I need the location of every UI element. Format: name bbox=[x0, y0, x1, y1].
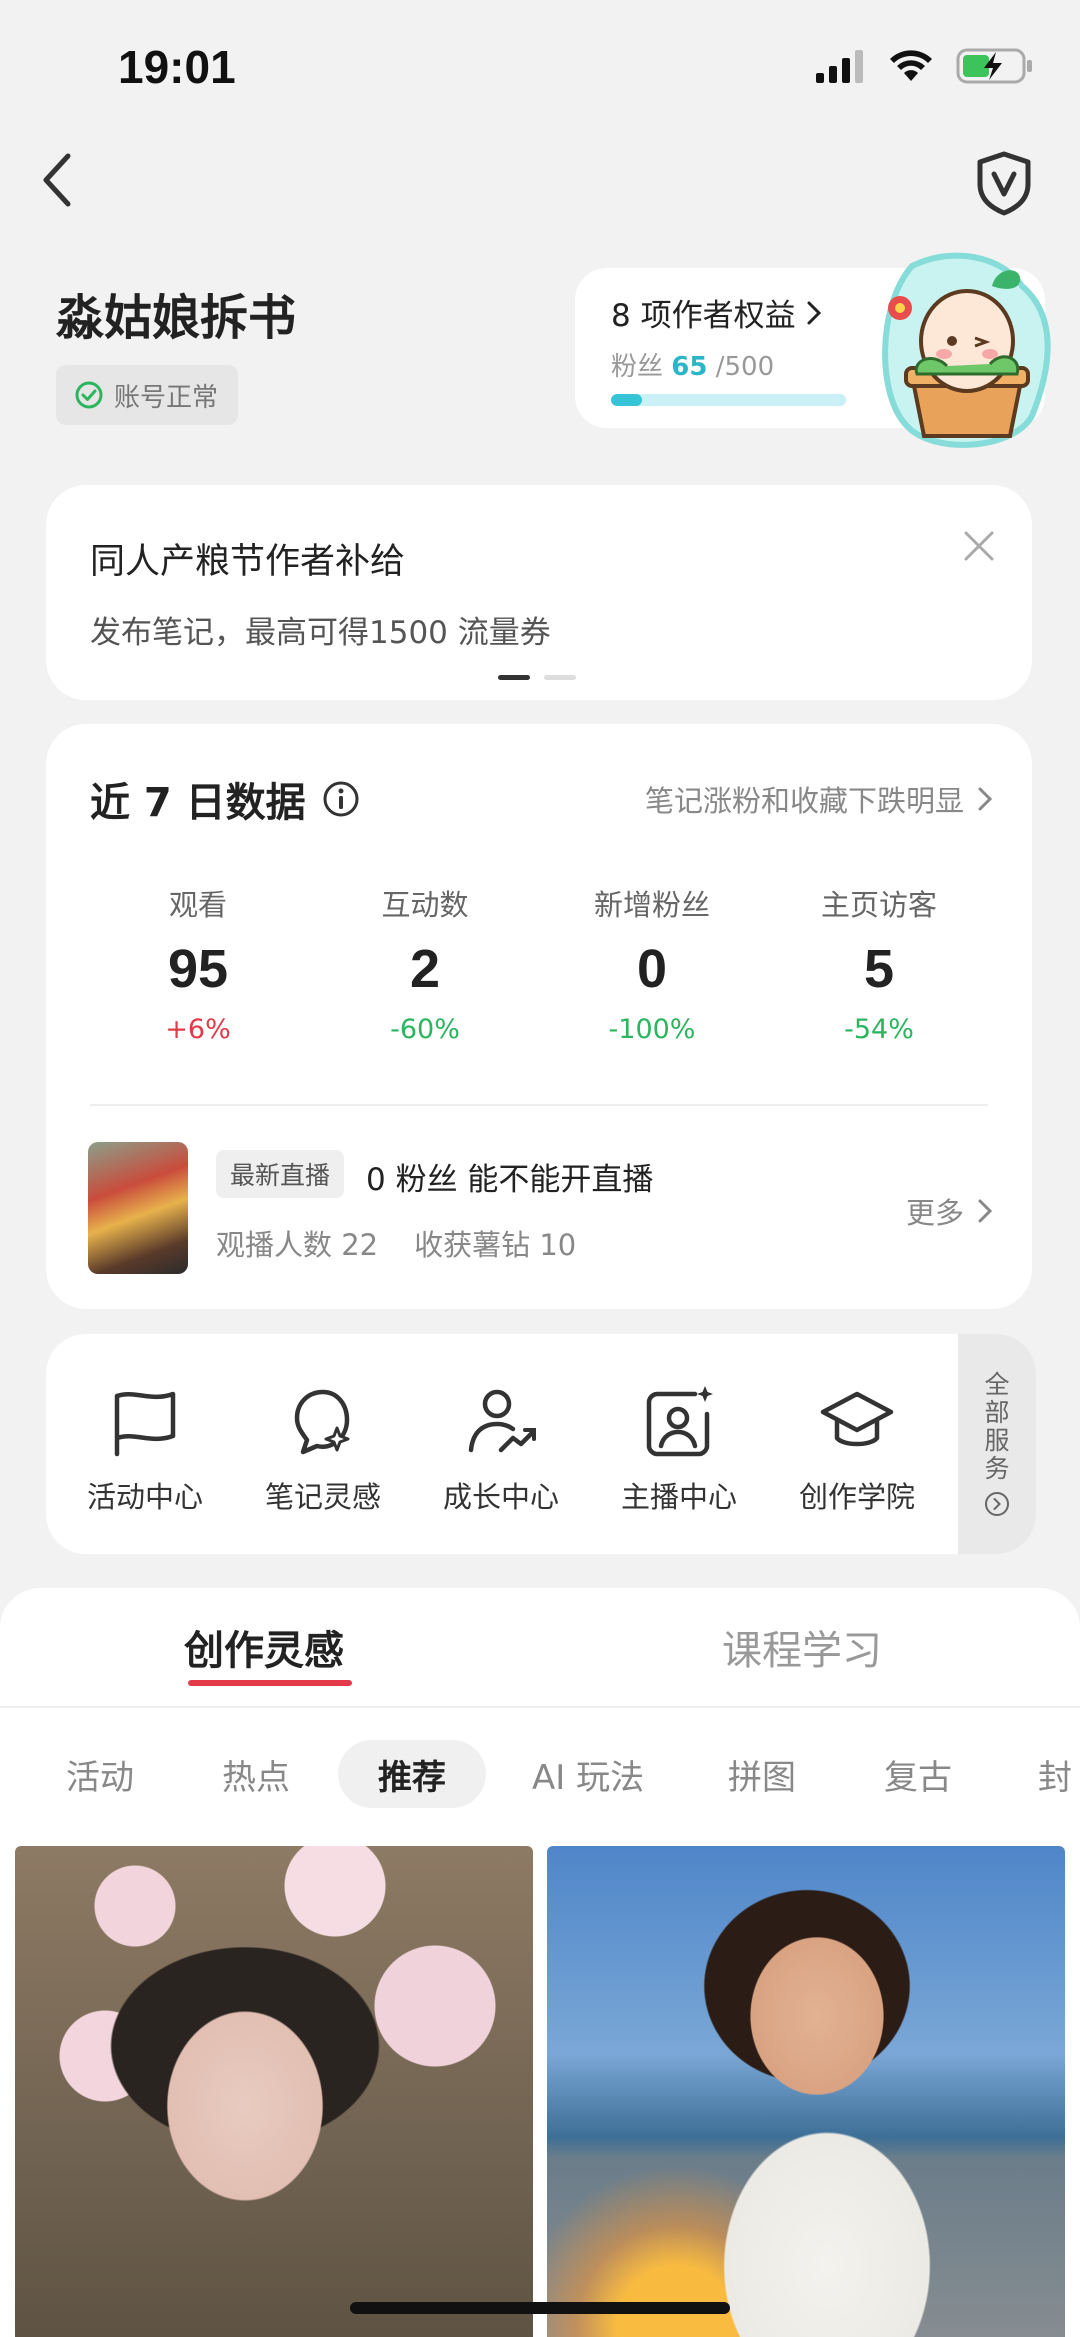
chip-activity[interactable]: 活动 bbox=[66, 1740, 134, 1808]
service-activity-center[interactable]: 活动中心 bbox=[60, 1384, 230, 1516]
chevron-right-icon bbox=[978, 1199, 992, 1223]
live-viewers: 观播人数 22 bbox=[216, 1228, 379, 1262]
chevron-right-icon bbox=[978, 787, 992, 811]
graduation-cap-icon bbox=[820, 1391, 894, 1447]
live-title[interactable]: 0 粉丝 能不能开直播 bbox=[366, 1154, 653, 1199]
benefits-title: 8 项作者权益 bbox=[611, 290, 822, 335]
wifi-icon bbox=[890, 50, 932, 81]
stat-interactions[interactable]: 互动数 2 -60% bbox=[325, 882, 525, 1045]
tab-course-learning[interactable]: 课程学习 bbox=[722, 1618, 882, 1676]
live-badge: 最新直播 bbox=[216, 1150, 345, 1198]
tabs-divider bbox=[0, 1706, 1080, 1708]
fans-progress-fill bbox=[611, 394, 642, 406]
tab-creative-inspiration[interactable]: 创作灵感 bbox=[184, 1618, 344, 1676]
banner-subtitle: 发布笔记，最高可得1500 流量券 bbox=[90, 615, 551, 651]
chip-cover[interactable]: 封 bbox=[1038, 1740, 1072, 1808]
service-streamer-center[interactable]: 主播中心 bbox=[594, 1384, 764, 1516]
growth-user-icon bbox=[468, 1389, 536, 1453]
stats-title: 近 7 日数据 bbox=[90, 770, 360, 828]
flag-icon bbox=[114, 1391, 176, 1457]
fans-target: /500 bbox=[715, 352, 775, 382]
chip-ai-play[interactable]: AI 玩法 bbox=[532, 1740, 644, 1808]
tab-active-indicator bbox=[188, 1680, 352, 1686]
stat-profile-visitors[interactable]: 主页访客 5 -54% bbox=[779, 882, 979, 1045]
account-status-badge[interactable]: 账号正常 bbox=[56, 365, 239, 425]
battery-charging-icon bbox=[956, 48, 1032, 84]
signal-icon bbox=[816, 50, 863, 83]
promo-banner[interactable]: 同人产粮节作者补给 发布笔记，最高可得1500 流量券 bbox=[46, 485, 1032, 700]
account-status-text: 账号正常 bbox=[114, 382, 219, 413]
chip-retro[interactable]: 复古 bbox=[884, 1740, 952, 1808]
service-growth-center[interactable]: 成长中心 bbox=[416, 1384, 586, 1516]
potted-plant-mascot-icon bbox=[882, 252, 1051, 448]
chevron-right-circle-icon bbox=[985, 1492, 1009, 1516]
category-chips: 活动 热点 推荐 AI 玩法 拼图 复古 封 bbox=[0, 1740, 1080, 1810]
banner-title: 同人产粮节作者补给 bbox=[90, 542, 406, 582]
inspiration-sheet: 创作灵感 课程学习 活动 热点 推荐 AI 玩法 拼图 复古 封 bbox=[0, 1588, 1080, 2337]
chip-collage[interactable]: 拼图 bbox=[728, 1740, 796, 1808]
fans-progress-bar bbox=[611, 394, 846, 406]
live-thumbnail[interactable] bbox=[88, 1142, 188, 1274]
live-earnings: 收获薯钻 10 bbox=[414, 1228, 577, 1262]
close-icon[interactable] bbox=[962, 529, 996, 563]
stat-views[interactable]: 观看 95 +6% bbox=[98, 882, 298, 1045]
pagination-dot bbox=[544, 675, 576, 680]
status-icons bbox=[814, 48, 1034, 84]
stats-hint-link[interactable]: 笔记涨粉和收藏下跌明显 bbox=[645, 778, 992, 820]
services-card: 活动中心 笔记灵感 成长中心 主播中心 创作学院 全 部 服 务 bbox=[46, 1334, 1036, 1554]
service-note-inspiration[interactable]: 笔记灵感 bbox=[238, 1384, 408, 1516]
banner-pagination bbox=[498, 675, 576, 680]
account-name: 淼姑娘拆书 bbox=[56, 290, 297, 346]
streamer-icon bbox=[646, 1386, 713, 1457]
stats-divider bbox=[90, 1104, 988, 1106]
status-time: 19:01 bbox=[118, 41, 236, 93]
chip-hot[interactable]: 热点 bbox=[222, 1740, 290, 1808]
chip-recommended[interactable]: 推荐 bbox=[338, 1740, 486, 1808]
stat-new-fans[interactable]: 新增粉丝 0 -100% bbox=[552, 882, 752, 1045]
pagination-dot-active bbox=[498, 675, 530, 680]
shield-verify-icon[interactable] bbox=[974, 150, 1034, 216]
fans-progress-text: 粉丝 65 /500 bbox=[611, 352, 775, 382]
inspiration-photo-seaside[interactable] bbox=[547, 1846, 1065, 2337]
inspiration-photo-cherry-blossom[interactable] bbox=[15, 1846, 533, 2337]
back-arrow-icon[interactable] bbox=[38, 150, 78, 210]
all-services-button[interactable]: 全 部 服 务 bbox=[958, 1334, 1036, 1554]
lightbulb-icon bbox=[294, 1389, 350, 1455]
fans-count: 65 bbox=[671, 352, 708, 382]
live-meta: 观播人数 22 收获薯钻 10 bbox=[216, 1222, 576, 1264]
live-more-link[interactable]: 更多 bbox=[906, 1190, 992, 1232]
check-circle-icon bbox=[75, 381, 103, 409]
info-icon[interactable] bbox=[322, 780, 360, 818]
service-creator-academy[interactable]: 创作学院 bbox=[772, 1384, 942, 1516]
seven-day-stats-card: 近 7 日数据 笔记涨粉和收藏下跌明显 观看 95 +6% 互动数 2 -60%… bbox=[46, 724, 1032, 1309]
home-indicator bbox=[350, 2302, 730, 2314]
chevron-right-icon bbox=[807, 301, 821, 324]
